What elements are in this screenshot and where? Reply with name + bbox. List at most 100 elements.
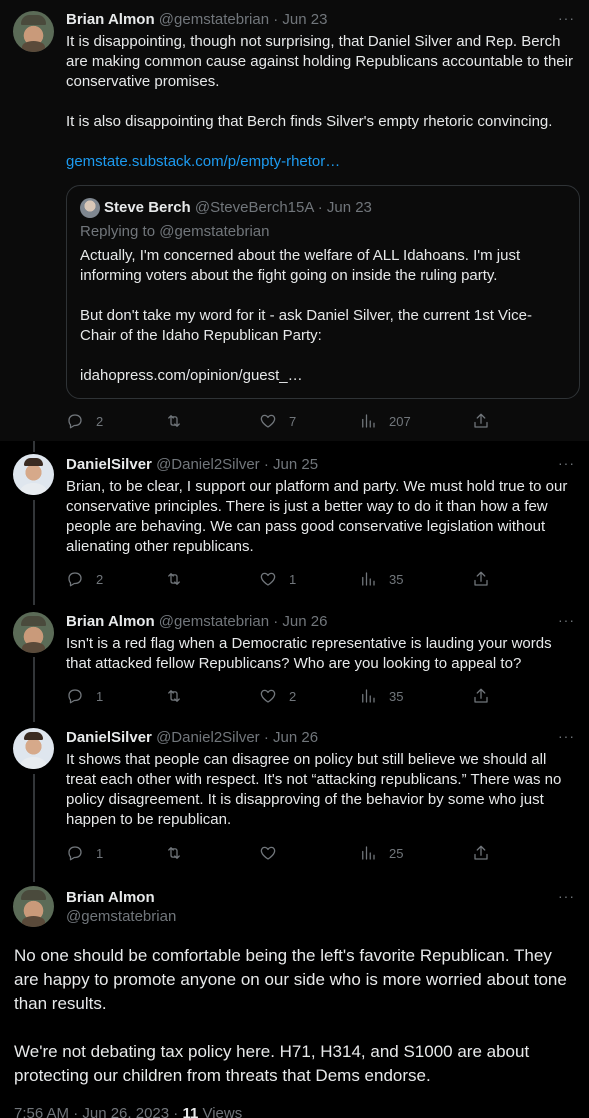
tweet-text: It shows that people can disagree on pol… — [66, 750, 576, 830]
author-name[interactable]: Brian Almon — [66, 888, 155, 908]
reply-icon — [68, 846, 82, 861]
like-button[interactable]: 2 — [259, 686, 296, 706]
reply-button[interactable]: 1 — [66, 843, 103, 863]
tweet-paragraph: Actually, I'm concerned about the welfar… — [80, 247, 521, 284]
like-icon — [260, 572, 276, 586]
reply-button[interactable]: 1 — [66, 686, 103, 706]
quoted-tweet-header: Steve Berch @SteveBerch15A · Jun 23 — [104, 198, 372, 218]
tweet-date[interactable]: · Jun 25 — [264, 456, 318, 473]
tweet[interactable]: Brian Almon @gemstatebrian · Jun 23 ··· … — [0, 0, 589, 441]
share-button[interactable] — [472, 411, 490, 431]
avatar[interactable] — [13, 728, 54, 769]
avatar[interactable] — [13, 886, 54, 927]
retweet-button[interactable] — [165, 569, 195, 589]
tweet-paragraph: But don't take my word for it - ask Dani… — [80, 307, 532, 344]
more-icon[interactable]: ··· — [558, 10, 575, 26]
tweet-text: No one should be comfortable being the l… — [14, 944, 578, 1088]
tweet-header: DanielSilver @Daniel2Silver · Jun 25 — [66, 455, 318, 475]
views-button[interactable]: 25 — [359, 843, 403, 863]
like-icon — [260, 689, 276, 703]
tweet-paragraph: Isn't is a red flag when a Democratic re… — [66, 635, 552, 672]
share-button[interactable] — [472, 569, 490, 589]
views-count: 35 — [389, 571, 404, 587]
views-button[interactable]: 35 — [359, 569, 403, 589]
tweet-date[interactable]: · Jun 26 — [264, 729, 318, 746]
author-handle[interactable]: @Daniel2Silver — [156, 729, 260, 746]
like-button[interactable]: 1 — [259, 569, 296, 589]
views-label: Views — [198, 1105, 243, 1118]
quoted-tweet[interactable]: Steve Berch @SteveBerch15A · Jun 23 Repl… — [66, 185, 580, 399]
views-count: 25 — [389, 845, 404, 861]
tweet-timestamp[interactable]: 7:56 AM · Jun 26, 2023 · 11 Views — [14, 1104, 242, 1118]
author-name[interactable]: Brian Almon — [66, 11, 155, 28]
more-icon[interactable]: ··· — [558, 612, 575, 628]
share-button[interactable] — [472, 686, 490, 706]
reply-icon — [68, 689, 82, 704]
reply-icon — [68, 572, 82, 587]
like-button[interactable]: 7 — [259, 411, 296, 431]
views-count: 35 — [389, 688, 404, 704]
replying-to: Replying to @gemstatebrian — [80, 223, 270, 240]
tweet-paragraph: No one should be comfortable being the l… — [14, 946, 567, 1013]
more-icon[interactable]: ··· — [558, 888, 575, 904]
tweet-date[interactable]: · Jun 26 — [273, 613, 327, 630]
reply-icon — [68, 414, 82, 429]
avatar[interactable] — [13, 612, 54, 653]
tweet-link[interactable]: gemstate.substack.com/p/empty-rhetor… — [66, 153, 340, 170]
retweet-icon — [168, 690, 180, 702]
retweet-icon — [168, 573, 180, 585]
avatar — [80, 198, 100, 218]
like-count: 2 — [289, 688, 297, 704]
avatar[interactable] — [13, 11, 54, 52]
tweet-paragraph: We're not debating tax policy here. H71,… — [14, 1042, 530, 1085]
reply-count: 1 — [96, 845, 104, 861]
share-icon — [474, 571, 488, 586]
like-button[interactable] — [259, 843, 289, 863]
tweet[interactable]: Brian Almon @gemstatebrian · Jun 26 ··· … — [0, 601, 589, 716]
action-bar: 2 1 35 — [66, 569, 496, 589]
views-icon — [362, 414, 375, 428]
share-icon — [474, 845, 488, 860]
views-button[interactable]: 207 — [359, 411, 411, 431]
tweet[interactable]: DanielSilver @Daniel2Silver · Jun 25 ···… — [0, 441, 589, 601]
action-bar: 2 7 207 — [66, 411, 496, 431]
author-name[interactable]: DanielSilver — [66, 456, 152, 473]
more-icon[interactable]: ··· — [558, 455, 575, 471]
views-count: 11 — [182, 1105, 199, 1118]
like-icon — [260, 846, 276, 860]
retweet-icon — [168, 415, 180, 427]
tweet-header: Brian Almon @gemstatebrian · Jun 23 — [66, 10, 327, 30]
author-handle[interactable]: @Daniel2Silver — [156, 456, 260, 473]
author-handle: @SteveBerch15A — [194, 199, 314, 216]
tweet-text: Brian, to be clear, I support our platfo… — [66, 477, 576, 557]
action-bar: 1 25 — [66, 843, 496, 863]
views-icon — [362, 689, 375, 703]
tweet-date[interactable]: · Jun 23 — [273, 11, 327, 28]
author-handle[interactable]: @gemstatebrian — [159, 11, 269, 28]
reply-count: 1 — [96, 688, 104, 704]
share-button[interactable] — [472, 843, 490, 863]
more-icon[interactable]: ··· — [558, 728, 575, 744]
tweet-paragraph: It shows that people can disagree on pol… — [66, 751, 562, 828]
author-handle[interactable]: @gemstatebrian — [159, 613, 269, 630]
share-icon — [474, 413, 488, 428]
tweet-paragraph: It is also disappointing that Berch find… — [66, 113, 553, 130]
views-button[interactable]: 35 — [359, 686, 403, 706]
author-handle[interactable]: @gemstatebrian — [66, 907, 176, 927]
retweet-button[interactable] — [165, 843, 195, 863]
reply-button[interactable]: 2 — [66, 569, 103, 589]
tweet-time[interactable]: 7:56 AM · Jun 26, 2023 · — [14, 1105, 182, 1118]
tweet-paragraph: idahopress.com/opinion/guest_… — [80, 367, 303, 384]
retweet-button[interactable] — [165, 411, 195, 431]
tweet-date: · Jun 23 — [317, 199, 372, 216]
reply-count: 2 — [96, 571, 104, 587]
quoted-tweet-text: Actually, I'm concerned about the welfar… — [80, 246, 566, 386]
retweet-icon — [168, 847, 180, 859]
author-name[interactable]: DanielSilver — [66, 729, 152, 746]
retweet-button[interactable] — [165, 686, 195, 706]
tweet[interactable]: DanielSilver @Daniel2Silver · Jun 26 ···… — [0, 716, 589, 884]
views-icon — [362, 572, 375, 586]
reply-button[interactable]: 2 — [66, 411, 103, 431]
author-name[interactable]: Brian Almon — [66, 613, 155, 630]
avatar[interactable] — [13, 454, 54, 495]
